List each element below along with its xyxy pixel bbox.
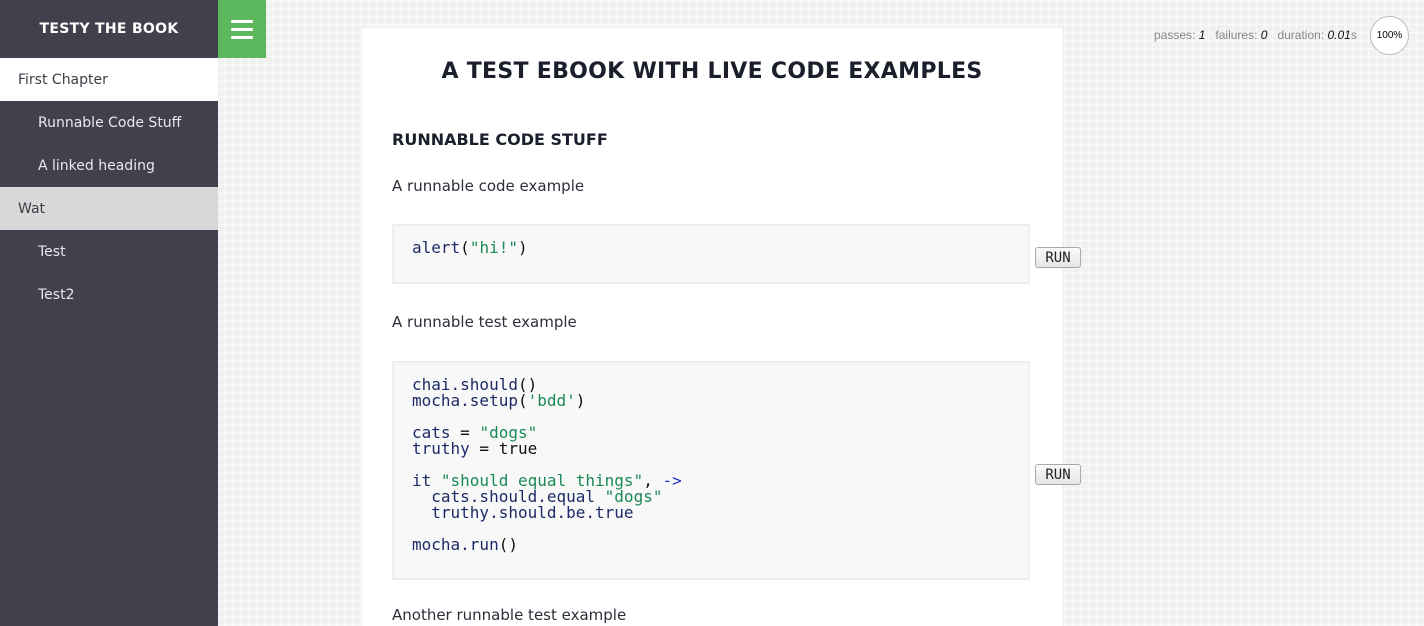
section-title: RUNNABLE CODE STUFF [392, 130, 608, 149]
main-content: A TEST EBOOK WITH LIVE CODE EXAMPLES RUN… [362, 28, 1062, 626]
paragraph-code-example: A runnable code example [392, 177, 585, 195]
code-token: ( [460, 238, 470, 257]
paragraph-test-example: A runnable test example [392, 313, 577, 331]
book-title: A TEST EBOOK WITH LIVE CODE EXAMPLES [441, 59, 983, 84]
code-token: 'bdd' [527, 391, 576, 410]
brand-title[interactable]: TESTY THE BOOK [0, 0, 218, 58]
code-token: true [498, 439, 538, 458]
hamburger-menu-icon[interactable] [218, 0, 266, 58]
failures-value: 0 [1260, 28, 1268, 42]
passes-label: passes: [1154, 28, 1196, 42]
code-token: alert [412, 238, 461, 257]
code-block-alert[interactable]: alert("hi!") [392, 224, 1030, 284]
passes-stat: passes: 1 [1154, 28, 1205, 42]
code-token: ) [575, 391, 586, 410]
hamburger-bar [231, 35, 253, 39]
code-token: () [498, 535, 518, 554]
nav-item-a-linked-heading[interactable]: A linked heading [0, 144, 218, 187]
code-token: truthy [412, 439, 470, 458]
code-line: truthy.should.be.true [412, 505, 1010, 521]
duration-value: 0.01 [1327, 28, 1351, 42]
sidebar: TESTY THE BOOK First Chapter Runnable Co… [0, 0, 218, 626]
run-button-test-example[interactable]: RUN [1035, 464, 1081, 485]
code-line: mocha.setup('bdd') [412, 393, 1010, 409]
code-line: alert("hi!") [412, 240, 1010, 256]
run-button-code-example[interactable]: RUN [1035, 247, 1081, 268]
test-stats: passes: 1 failures: 0 duration: 0.01s [1154, 28, 1357, 42]
hamburger-bar [231, 27, 253, 31]
passes-value: 1 [1198, 28, 1206, 42]
nav-item-runnable-code-stuff[interactable]: Runnable Code Stuff [0, 101, 218, 144]
hamburger-bar [231, 19, 253, 23]
code-token: mocha.setup [412, 391, 518, 410]
code-token: mocha.run [412, 535, 499, 554]
nav-item-test2[interactable]: Test2 [0, 273, 218, 316]
code-line: truthy = true [412, 441, 1010, 457]
duration-unit: s [1350, 28, 1357, 42]
paragraph-another-test-example: Another runnable test example [392, 606, 627, 624]
failures-stat: failures: 0 [1215, 28, 1267, 42]
failures-label: failures: [1215, 28, 1258, 42]
code-token: ( [517, 391, 528, 410]
nav-item-test[interactable]: Test [0, 230, 218, 273]
code-block-test[interactable]: chai.should() mocha.setup('bdd') cats = "d… [392, 361, 1030, 580]
nav-item-wat[interactable]: Wat [0, 187, 218, 230]
nav-item-first-chapter[interactable]: First Chapter [0, 58, 218, 101]
code-token: "hi!" [469, 238, 518, 257]
duration-stat: duration: 0.01s [1277, 28, 1356, 42]
code-line: mocha.run() [412, 537, 1010, 553]
code-token: ) [517, 238, 528, 257]
progress-indicator: 100% [1370, 16, 1409, 55]
duration-label: duration: [1277, 28, 1325, 42]
code-token: = [469, 439, 499, 458]
code-token: truthy.should.be.true [412, 503, 634, 522]
